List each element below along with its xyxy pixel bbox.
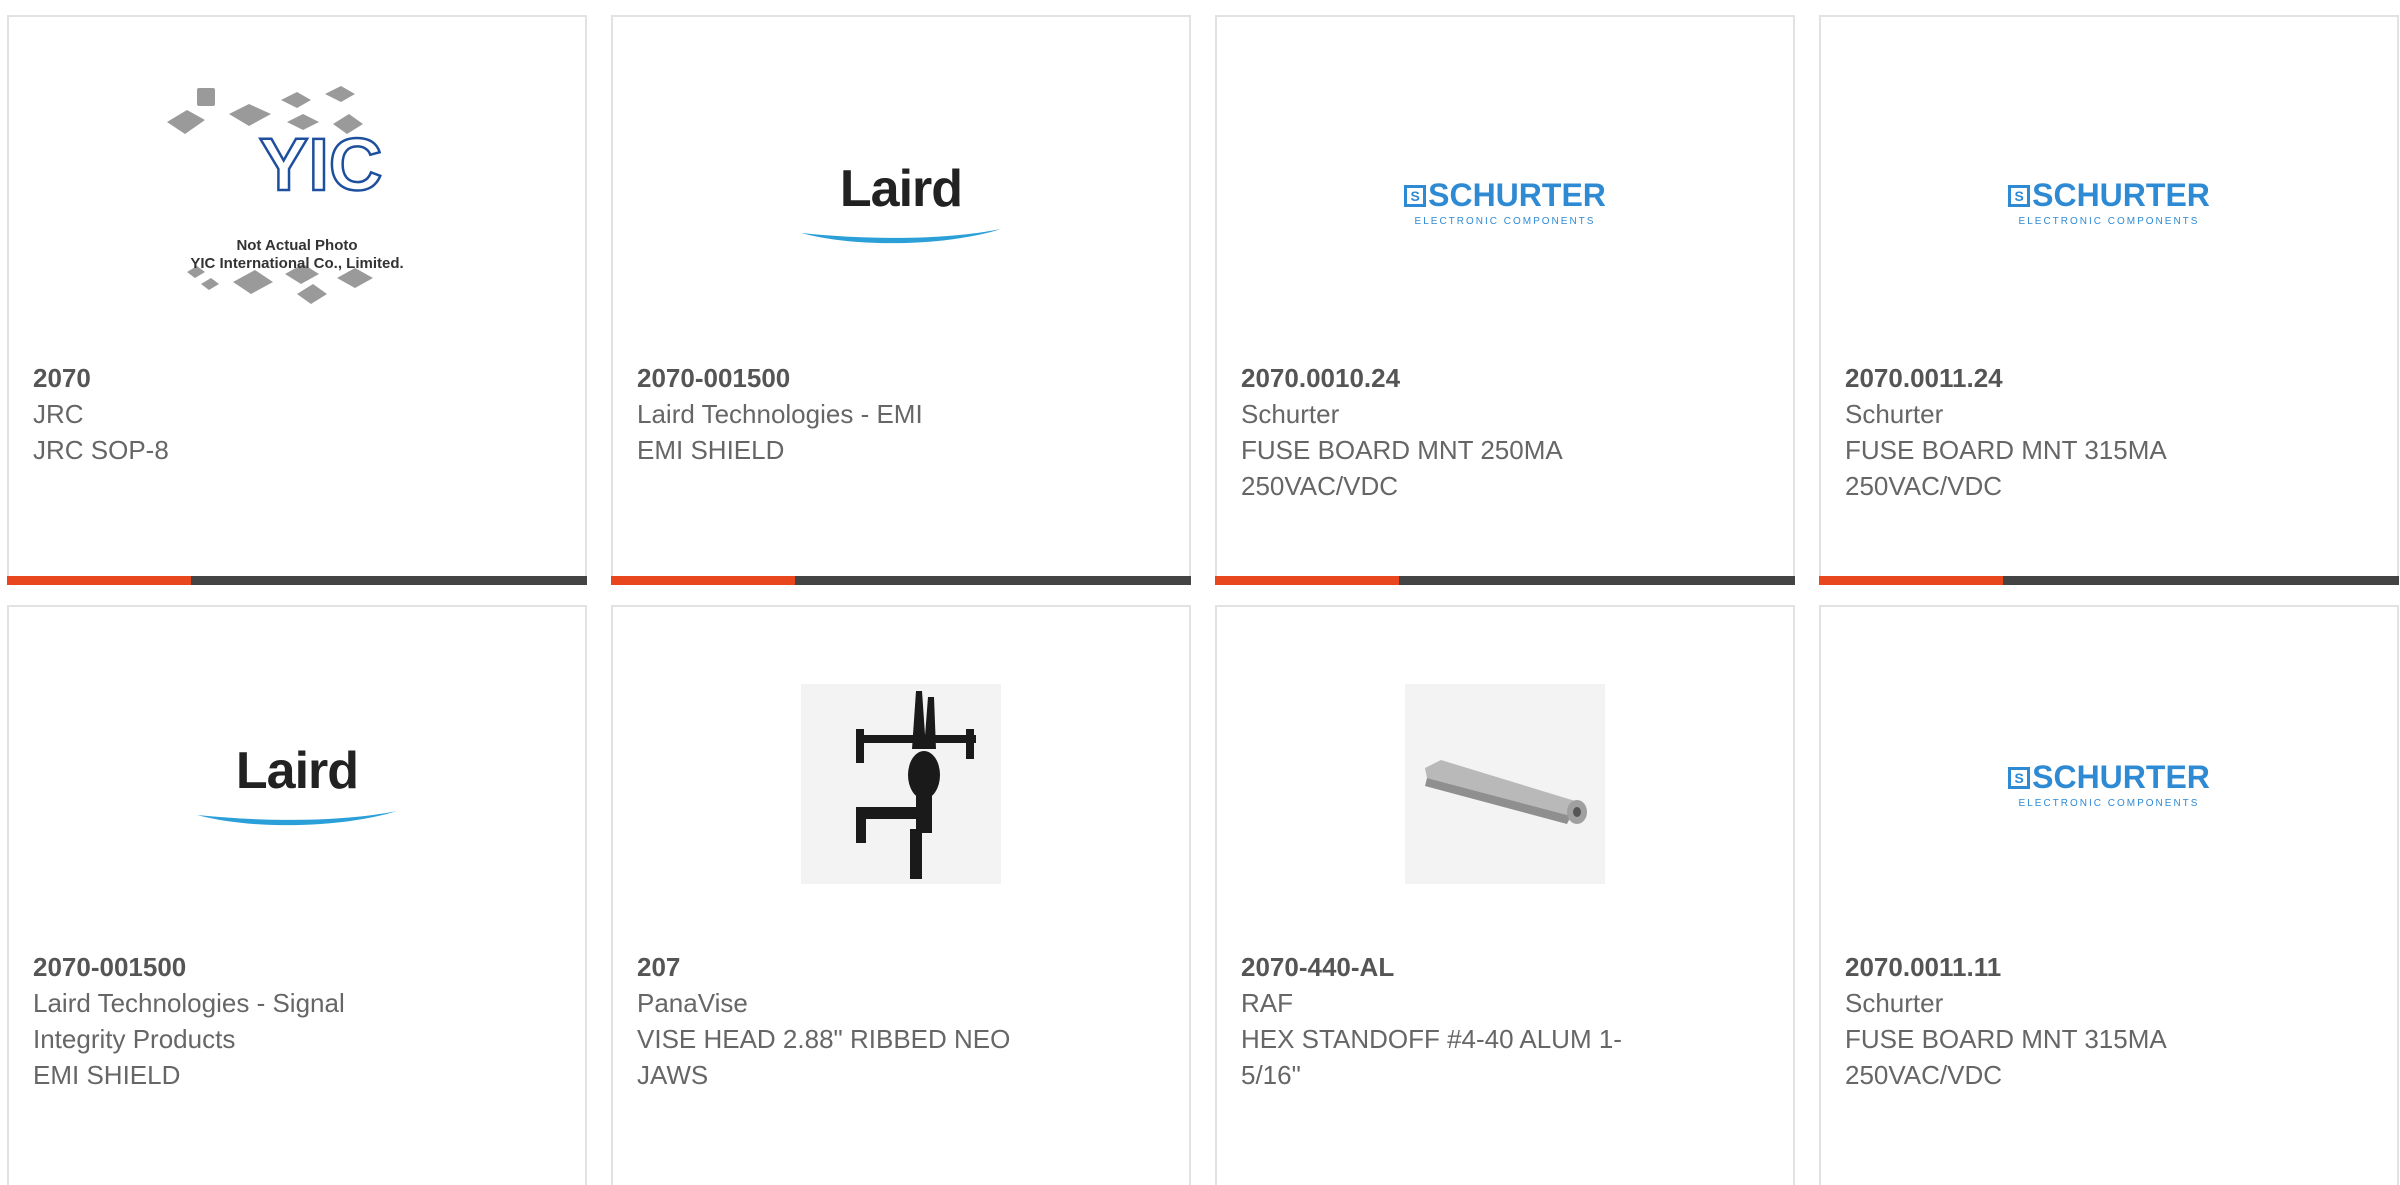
manufacturer: Laird Technologies - Signal Integrity Pr… <box>33 988 345 1054</box>
laird-logo-text: Laird <box>235 742 359 800</box>
schurter-logo-icon: S SCHURTER ELECTRONIC COMPONENTS <box>1404 177 1606 227</box>
product-info: 2070-001500 Laird Technologies - Signal … <box>33 949 413 1093</box>
part-number-link[interactable]: 2070-001500 <box>637 360 1057 396</box>
part-number-link[interactable]: 207 <box>637 949 1057 985</box>
laird-logo-icon: Laird <box>801 159 1001 245</box>
product-info: 2070.0011.24 Schurter FUSE BOARD MNT 315… <box>1845 360 2265 504</box>
schurter-logo-icon: S SCHURTER ELECTRONIC COMPONENTS <box>2008 177 2210 227</box>
vise-head-icon <box>856 691 976 879</box>
product-image[interactable]: S SCHURTER ELECTRONIC COMPONENTS <box>1217 87 1793 317</box>
laird-logo-icon: Laird <box>197 741 397 827</box>
hex-standoff-photo <box>1405 684 1605 884</box>
card-bottom-bar <box>611 576 1191 585</box>
manufacturer: Laird Technologies - EMI <box>637 399 923 429</box>
product-card[interactable]: Laird 2070-001500 Laird Technologies - E… <box>611 15 1191 585</box>
product-info: 2070 JRC JRC SOP-8 <box>33 360 453 468</box>
card-bottom-bar <box>7 576 587 585</box>
schurter-logo-text: SCHURTER <box>2032 177 2210 213</box>
part-number-link[interactable]: 2070-001500 <box>33 949 413 985</box>
schurter-logo-subtext: ELECTRONIC COMPONENTS <box>2018 798 2200 809</box>
description: EMI SHIELD <box>637 435 785 465</box>
product-card[interactable]: S SCHURTER ELECTRONIC COMPONENTS 2070.001… <box>1819 15 2399 585</box>
manufacturer: Schurter <box>1241 399 1340 429</box>
part-number-link[interactable]: 2070.0011.24 <box>1845 360 2265 396</box>
product-info: 2070-001500 Laird Technologies - EMI EMI… <box>637 360 1057 468</box>
part-number-link[interactable]: 2070.0010.24 <box>1241 360 1661 396</box>
card-bottom-bar <box>1215 576 1795 585</box>
swoosh-icon <box>197 811 397 826</box>
product-card[interactable]: S SCHURTER ELECTRONIC COMPONENTS 2070.001… <box>1819 605 2399 1185</box>
product-card[interactable]: YIC Not Actual Photo YIC International C… <box>7 15 587 585</box>
product-image[interactable]: Laird <box>9 669 585 899</box>
product-card[interactable]: Laird 2070-001500 Laird Technologies - S… <box>7 605 587 1185</box>
swoosh-icon <box>801 229 1001 244</box>
description: VISE HEAD 2.88" RIBBED NEO JAWS <box>637 1024 1011 1090</box>
schurter-logo-icon: S SCHURTER ELECTRONIC COMPONENTS <box>2008 759 2210 809</box>
product-info: 2070.0010.24 Schurter FUSE BOARD MNT 250… <box>1241 360 1661 504</box>
product-info: 2070.0011.11 Schurter FUSE BOARD MNT 315… <box>1845 949 2265 1093</box>
product-card[interactable]: 2070-440-AL RAF HEX STANDOFF #4-40 ALUM … <box>1215 605 1795 1185</box>
product-info: 207 PanaVise VISE HEAD 2.88" RIBBED NEO … <box>637 949 1057 1093</box>
product-image[interactable]: YIC Not Actual Photo YIC International C… <box>9 86 585 317</box>
schurter-logo-subtext: ELECTRONIC COMPONENTS <box>1414 216 1596 227</box>
manufacturer: Schurter <box>1845 399 1944 429</box>
card-accent-bar <box>611 576 795 585</box>
part-number-link[interactable]: 2070 <box>33 360 453 396</box>
description: EMI SHIELD <box>33 1060 181 1090</box>
product-image[interactable]: Laird <box>613 87 1189 317</box>
product-info: 2070-440-AL RAF HEX STANDOFF #4-40 ALUM … <box>1241 949 1681 1093</box>
product-card[interactable]: S SCHURTER ELECTRONIC COMPONENTS 2070.001… <box>1215 15 1795 585</box>
schurter-logo-text: SCHURTER <box>1428 177 1606 213</box>
part-number-link[interactable]: 2070.0011.11 <box>1845 949 2265 985</box>
schurter-s-icon: S <box>2008 184 2031 207</box>
card-accent-bar <box>1819 576 2003 585</box>
schurter-logo-subtext: ELECTRONIC COMPONENTS <box>2018 216 2200 227</box>
part-number-link[interactable]: 2070-440-AL <box>1241 949 1681 985</box>
schurter-logo-text: SCHURTER <box>2032 759 2210 795</box>
manufacturer: JRC <box>33 399 84 429</box>
card-accent-bar <box>1215 576 1399 585</box>
image-caption-line-2: YIC International Co., Limited. <box>190 255 404 272</box>
card-bottom-bar <box>1819 576 2399 585</box>
product-image[interactable]: S SCHURTER ELECTRONIC COMPONENTS <box>1821 669 2397 899</box>
manufacturer: PanaVise <box>637 988 748 1018</box>
description: JRC SOP-8 <box>33 435 169 465</box>
product-image[interactable] <box>613 669 1189 899</box>
description: FUSE BOARD MNT 250MA 250VAC/VDC <box>1241 435 1562 501</box>
hex-standoff-icon <box>1425 760 1587 824</box>
laird-logo-text: Laird <box>839 160 963 218</box>
description: HEX STANDOFF #4-40 ALUM 1-5/16" <box>1241 1024 1622 1090</box>
manufacturer: Schurter <box>1845 988 1944 1018</box>
schurter-s-icon: S <box>1404 184 1427 207</box>
yic-placeholder-icon: YIC <box>167 86 384 304</box>
product-image[interactable] <box>1217 669 1793 899</box>
schurter-s-icon: S <box>2008 766 2031 789</box>
description: FUSE BOARD MNT 315MA 250VAC/VDC <box>1845 1024 2166 1090</box>
manufacturer: RAF <box>1241 988 1293 1018</box>
yic-logo-text: YIC <box>259 123 382 206</box>
image-caption-line-1: Not Actual Photo <box>236 237 358 254</box>
product-image[interactable]: S SCHURTER ELECTRONIC COMPONENTS <box>1821 87 2397 317</box>
product-card[interactable]: 207 PanaVise VISE HEAD 2.88" RIBBED NEO … <box>611 605 1191 1185</box>
description: FUSE BOARD MNT 315MA 250VAC/VDC <box>1845 435 2166 501</box>
vise-head-photo <box>801 684 1001 884</box>
card-accent-bar <box>7 576 191 585</box>
